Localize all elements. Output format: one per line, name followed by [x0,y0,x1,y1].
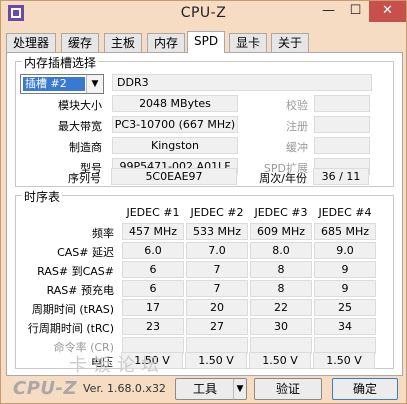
timing-cell: 9.0 [314,242,376,259]
buffered-value [314,137,370,154]
timing-cell: 1.50 V [185,352,247,369]
timing-cell: 8 [250,280,312,297]
cas-latency-label: CAS# 延迟 [57,246,114,259]
timing-cell: 1.50 V [313,352,375,369]
cpu-z-logo: CPU-Z [13,378,78,399]
timing-cell: 533 MHz [186,223,248,240]
timing-cell: 30 [250,318,312,335]
version-label: Ver. 1.68.0.x32 [83,382,166,395]
buffered-label: 缓冲 [286,141,308,154]
max-bandwidth-label: 最大带宽 [58,120,102,133]
timing-cell: 9 [314,261,376,278]
memory-type-value: DDR3 [112,74,372,91]
timings-group: 时序表 JEDEC #1 JEDEC #2 JEDEC #3 JEDEC #4 … [15,188,394,369]
ok-button[interactable]: 确定 [332,378,398,400]
registered-label: 注册 [286,120,308,133]
timing-cell: 8 [250,261,312,278]
timing-cell: 685 MHz [314,223,376,240]
tools-button[interactable]: 工具 [175,378,235,400]
serial-label: 序列号 [68,172,101,185]
timing-cell: 8.0 [250,242,312,259]
timing-col-header: JEDEC #1 [126,206,180,219]
timing-cell: 7.0 [186,242,248,259]
timing-cell: 6.0 [122,242,184,259]
timing-cell: 7 [186,261,248,278]
timing-cell: 457 MHz [122,223,184,240]
week-year-label: 周次/年份 [259,172,307,185]
ecc-label: 校验 [286,99,308,112]
title-bar: CPU-Z — ☐ ✕ [1,1,406,27]
timing-cell: 6 [122,261,184,278]
tab-memory[interactable]: 内存 [147,33,186,52]
footer-bar: CPU-Z Ver. 1.68.0.x32 工具 ▼ 验证 确定 [1,375,406,403]
week-year-value: 36 / 11 [313,168,369,185]
frequency-label: 频率 [92,227,114,240]
slot-group-title: 内存插槽选择 [22,54,99,71]
timing-cell: 25 [314,299,376,316]
manufacturer-value: Kingston [112,137,238,154]
close-button[interactable]: ✕ [369,1,406,22]
validate-button[interactable]: 验证 [254,378,322,400]
chevron-down-icon[interactable]: ▼ [86,75,103,93]
timing-cell: 9 [314,280,376,297]
module-size-value: 2048 MBytes [112,95,238,112]
tab-mainboard[interactable]: 主板 [104,33,143,52]
timing-cell: 20 [186,299,248,316]
slot-select[interactable]: 插槽 #2 ▼ [20,74,104,94]
timing-cell: 17 [122,299,184,316]
tab-cpu[interactable]: 处理器 [6,33,57,52]
chevron-down-icon[interactable]: ▼ [233,378,247,400]
forum-watermark: 卡饭论坛 [69,355,165,376]
timing-cell: 23 [122,318,184,335]
ecc-value [314,95,370,112]
tras-label: 周期时间 (tRAS) [31,303,114,316]
registered-value [314,116,370,133]
timing-cell: 34 [314,318,376,335]
timing-cell: 609 MHz [250,223,312,240]
minimize-button[interactable]: — [315,1,342,22]
timing-cell: 1.50 V [249,352,311,369]
tab-about[interactable]: 关于 [271,33,310,52]
max-bandwidth-value: PC3-10700 (667 MHz) [112,116,238,133]
timing-cell: 6 [122,280,184,297]
maximize-button[interactable]: ☐ [342,1,369,22]
ras-precharge-label: RAS# 预充电 [46,284,114,297]
tab-graphics[interactable]: 显卡 [229,33,268,52]
timing-cell: 7 [186,280,248,297]
slot-select-value: 插槽 #2 [23,77,85,91]
timing-cell: 22 [250,299,312,316]
tab-spd[interactable]: SPD [187,31,226,53]
tab-caches[interactable]: 缓存 [61,33,100,52]
module-size-label: 模块大小 [58,99,102,112]
timings-group-title: 时序表 [22,188,63,205]
ras-to-cas-label: RAS# 到CAS# [37,265,114,278]
timing-col-header: JEDEC #2 [190,206,244,219]
spd-panel: 内存插槽选择 插槽 #2 ▼ DDR3 模块大小 2048 MBytes 校验 … [6,52,403,376]
manufacturer-label: 制造商 [69,141,102,154]
serial-value: 5C0EAE97 [111,168,237,185]
cpu-z-window: CPU-Z — ☐ ✕ 处理器 缓存 主板 内存 SPD 显卡 关于 内存插槽选… [0,0,407,404]
timing-col-header: JEDEC #4 [318,206,372,219]
timing-col-header: JEDEC #3 [254,206,308,219]
trc-label: 行周期时间 (tRC) [27,322,114,335]
timing-cell: 27 [186,318,248,335]
